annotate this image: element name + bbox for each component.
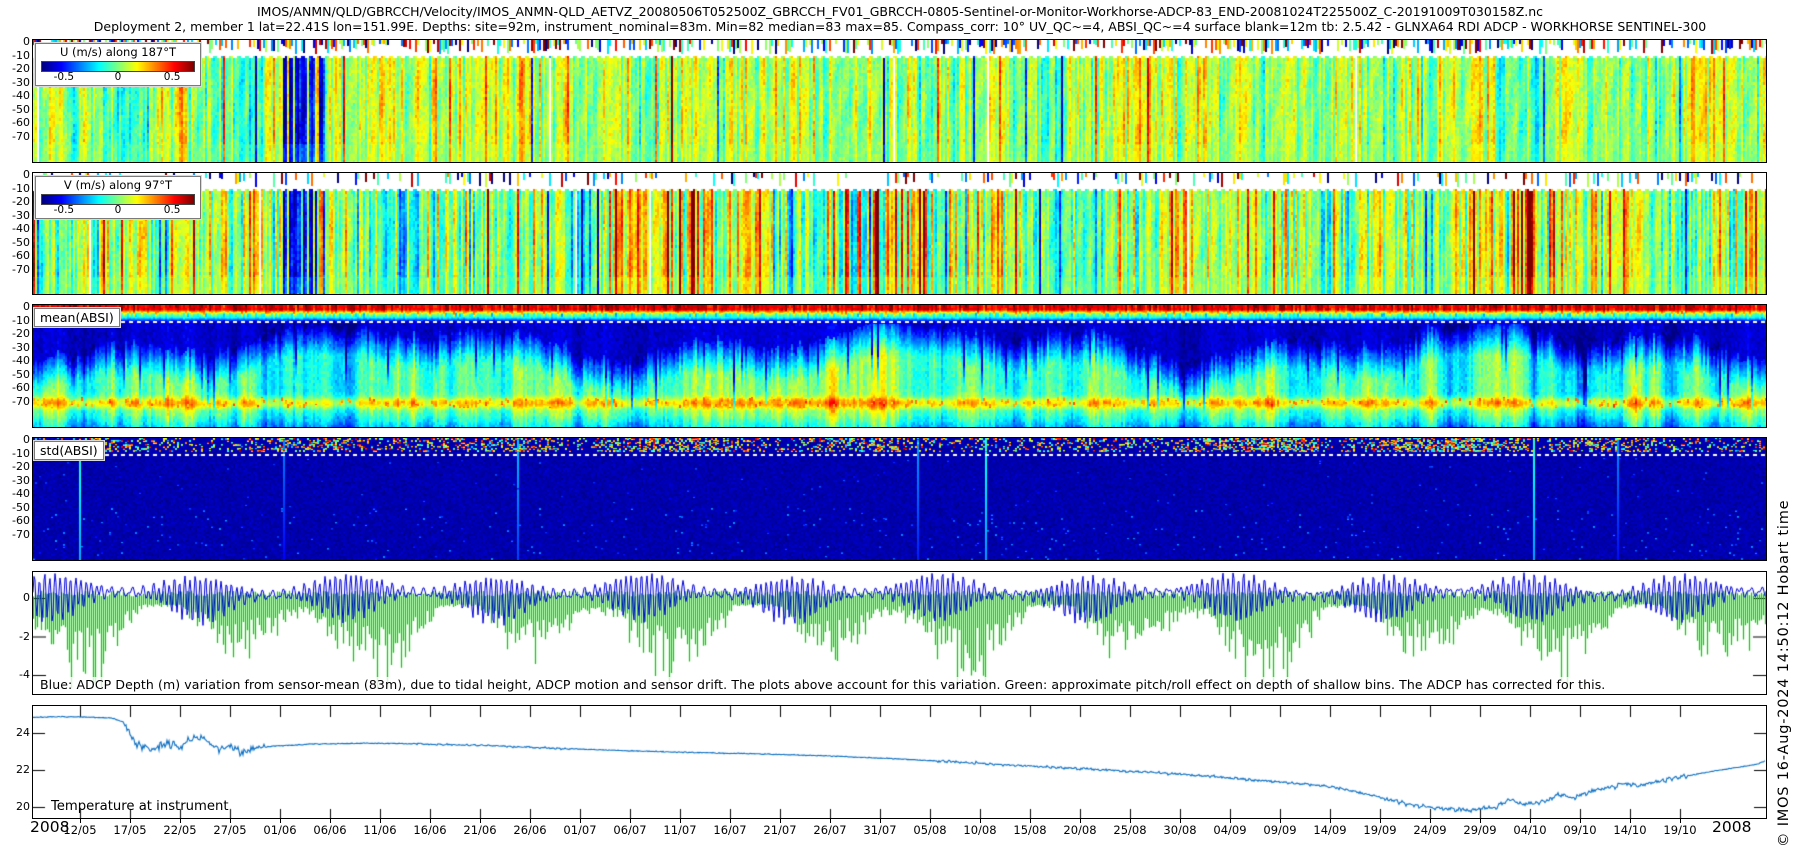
y-tick-label: -10 bbox=[0, 447, 30, 460]
y-tick-label: -40 bbox=[0, 89, 30, 102]
y-tick-label: -60 bbox=[0, 514, 30, 527]
u-velocity-heatmap bbox=[33, 40, 1766, 162]
v-velocity-heatmap bbox=[33, 173, 1766, 294]
y-tick-label: -20 bbox=[0, 327, 30, 340]
y-tick-label: -30 bbox=[0, 341, 30, 354]
y-tick-label: -10 bbox=[0, 182, 30, 195]
x-tick-label: 01/06 bbox=[253, 823, 307, 837]
y-tick-label: 20 bbox=[0, 800, 30, 813]
mean-absi-heatmap bbox=[33, 305, 1766, 427]
x-tick-label: 24/09 bbox=[1403, 823, 1457, 837]
figure-title-filename: IMOS/ANMN/QLD/GBRCCH/Velocity/IMOS_ANMN-… bbox=[0, 4, 1800, 19]
x-tick-label: 21/06 bbox=[453, 823, 507, 837]
x-tick-label: 14/09 bbox=[1303, 823, 1357, 837]
v-legend-title: V (m/s) along 97°T bbox=[36, 177, 200, 193]
v-colorbar-tick-label: 0 bbox=[115, 204, 122, 216]
std-absi-heatmap bbox=[33, 438, 1766, 560]
x-tick-label: 11/06 bbox=[353, 823, 407, 837]
y-tick-label: -50 bbox=[0, 103, 30, 116]
x-tick-label: 06/06 bbox=[303, 823, 357, 837]
x-tick-label: 26/06 bbox=[503, 823, 557, 837]
x-tick-label: 15/08 bbox=[1003, 823, 1057, 837]
v-colorbar-legend: V (m/s) along 97°T -0.5 0 0.5 bbox=[35, 176, 201, 219]
y-tick-label: 0 bbox=[0, 591, 30, 604]
x-tick-label: 30/08 bbox=[1153, 823, 1207, 837]
y-tick-label: -30 bbox=[0, 474, 30, 487]
y-tick-label: -70 bbox=[0, 130, 30, 143]
x-tick-label: 26/07 bbox=[803, 823, 857, 837]
x-tick-label: 27/05 bbox=[203, 823, 257, 837]
x-tick-label: 19/10 bbox=[1653, 823, 1707, 837]
u-legend-title: U (m/s) along 187°T bbox=[36, 44, 200, 60]
x-tick-label: 04/10 bbox=[1503, 823, 1557, 837]
u-colorbar-legend: U (m/s) along 187°T -0.5 0 0.5 bbox=[35, 43, 201, 86]
figure-root: IMOS/ANMN/QLD/GBRCCH/Velocity/IMOS_ANMN-… bbox=[0, 0, 1800, 850]
y-tick-label: -30 bbox=[0, 209, 30, 222]
y-tick-label: -30 bbox=[0, 76, 30, 89]
y-tick-label: -20 bbox=[0, 195, 30, 208]
x-tick-label: 06/07 bbox=[603, 823, 657, 837]
x-tick-label: 05/08 bbox=[903, 823, 957, 837]
x-tick-label: 04/09 bbox=[1203, 823, 1257, 837]
x-tick-label: 10/08 bbox=[953, 823, 1007, 837]
x-tick-label: 31/07 bbox=[853, 823, 907, 837]
y-tick-label: -10 bbox=[0, 314, 30, 327]
temperature-plot bbox=[33, 706, 1766, 818]
x-tick-label: 01/07 bbox=[553, 823, 607, 837]
y-tick-label: -4 bbox=[0, 668, 30, 681]
x-tick-label: 29/09 bbox=[1453, 823, 1507, 837]
x-tick-label: 25/08 bbox=[1103, 823, 1157, 837]
y-tick-label: -20 bbox=[0, 62, 30, 75]
y-tick-label: -2 bbox=[0, 630, 30, 643]
depth-annotation: Blue: ADCP Depth (m) variation from sens… bbox=[38, 677, 1607, 692]
figure-title-deployment: Deployment 2, member 1 lat=22.41S lon=15… bbox=[0, 19, 1800, 34]
x-tick-label: 09/09 bbox=[1253, 823, 1307, 837]
x-tick-label: 22/05 bbox=[153, 823, 207, 837]
u-colorbar-ticks: -0.5 0 0.5 bbox=[36, 72, 200, 85]
x-tick-label: 19/09 bbox=[1353, 823, 1407, 837]
x-tick-label: 21/07 bbox=[753, 823, 807, 837]
u-colorbar-tick-label: 0.5 bbox=[164, 71, 181, 83]
x-tick-label: 17/05 bbox=[103, 823, 157, 837]
x-tick-label: 12/05 bbox=[53, 823, 107, 837]
copyright-watermark: © IMOS 16-Aug-2024 14:50:12 Hobart time bbox=[1776, 407, 1792, 847]
y-tick-label: -20 bbox=[0, 460, 30, 473]
y-tick-label: -40 bbox=[0, 354, 30, 367]
year-label-right: 2008 bbox=[1712, 818, 1751, 836]
v-colorbar-tick-label: -0.5 bbox=[54, 204, 75, 216]
y-tick-label: -60 bbox=[0, 249, 30, 262]
y-tick-label: -50 bbox=[0, 368, 30, 381]
y-tick-label: -50 bbox=[0, 236, 30, 249]
y-tick-label: -50 bbox=[0, 501, 30, 514]
x-tick-label: 16/07 bbox=[703, 823, 757, 837]
temperature-label: Temperature at instrument bbox=[51, 799, 229, 814]
y-tick-label: -40 bbox=[0, 222, 30, 235]
v-colorbar-tick-label: 0.5 bbox=[164, 204, 181, 216]
x-tick-label: 09/10 bbox=[1553, 823, 1607, 837]
y-tick-label: -40 bbox=[0, 487, 30, 500]
y-tick-label: 0 bbox=[0, 433, 30, 446]
mean-absi-label: mean(ABSI) bbox=[34, 308, 120, 327]
std-absi-label: std(ABSI) bbox=[34, 441, 104, 460]
x-tick-label: 20/08 bbox=[1053, 823, 1107, 837]
y-tick-label: -60 bbox=[0, 381, 30, 394]
y-tick-label: 0 bbox=[0, 35, 30, 48]
y-tick-label: -70 bbox=[0, 528, 30, 541]
depth-variation-plot bbox=[33, 572, 1766, 694]
x-tick-label: 16/06 bbox=[403, 823, 457, 837]
y-tick-label: 22 bbox=[0, 763, 30, 776]
y-tick-label: 0 bbox=[0, 300, 30, 313]
y-tick-label: 0 bbox=[0, 168, 30, 181]
y-tick-label: -60 bbox=[0, 116, 30, 129]
x-tick-label: 14/10 bbox=[1603, 823, 1657, 837]
u-colorbar-tick-label: 0 bbox=[115, 71, 122, 83]
y-tick-label: -70 bbox=[0, 263, 30, 276]
u-colorbar-tick-label: -0.5 bbox=[54, 71, 75, 83]
x-tick-label: 11/07 bbox=[653, 823, 707, 837]
v-colorbar-ticks: -0.5 0 0.5 bbox=[36, 205, 200, 218]
y-tick-label: 24 bbox=[0, 726, 30, 739]
y-tick-label: -70 bbox=[0, 395, 30, 408]
y-tick-label: -10 bbox=[0, 49, 30, 62]
